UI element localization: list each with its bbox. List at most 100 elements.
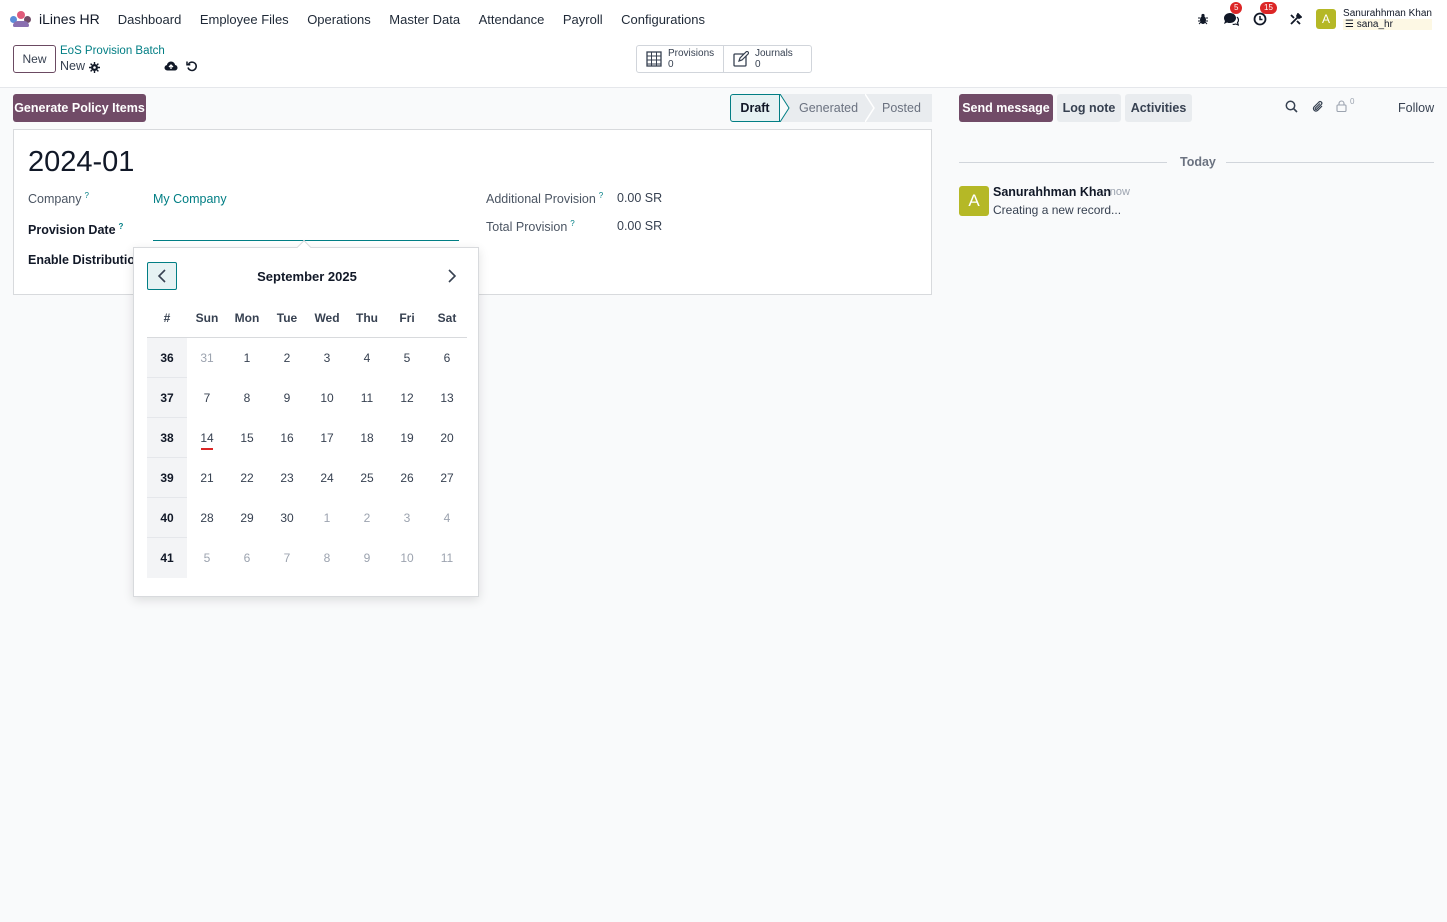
calendar-day[interactable]: 20 <box>427 418 467 458</box>
calendar-day[interactable]: 19 <box>387 418 427 458</box>
calendar-day[interactable]: 8 <box>227 378 267 418</box>
calendar-day[interactable]: 18 <box>347 418 387 458</box>
calendar-day[interactable]: 10 <box>307 378 347 418</box>
menu-master-data[interactable]: Master Data <box>389 12 460 27</box>
message-author[interactable]: Sanurahhman Khan <box>993 185 1111 199</box>
calendar-day[interactable]: 7 <box>267 538 307 578</box>
followers-lock-icon[interactable] <box>1336 100 1347 115</box>
calendar-day[interactable]: 8 <box>307 538 347 578</box>
calendar-day[interactable]: 30 <box>267 498 307 538</box>
week-number: 41 <box>147 538 187 578</box>
calendar-day[interactable]: 29 <box>227 498 267 538</box>
message-avatar[interactable]: A <box>959 186 989 216</box>
calendar-day[interactable]: 11 <box>347 378 387 418</box>
calendar-day[interactable]: 1 <box>307 498 347 538</box>
generate-policy-items-button[interactable]: Generate Policy Items <box>13 94 146 122</box>
breadcrumb-parent[interactable]: EoS Provision Batch <box>60 45 165 57</box>
save-cloud-icon[interactable] <box>164 60 178 75</box>
calendar-week-row: 40 28 29 30 1 2 3 4 <box>147 498 467 538</box>
menu-employee-files[interactable]: Employee Files <box>200 12 289 27</box>
date-separator: Today <box>1180 155 1216 169</box>
calendar-day[interactable]: 15 <box>227 418 267 458</box>
calendar-day[interactable]: 3 <box>387 498 427 538</box>
calendar-day[interactable]: 1 <box>227 338 267 378</box>
calendar-day[interactable]: 11 <box>427 538 467 578</box>
calendar-day[interactable]: 31 <box>187 338 227 378</box>
calendar-day[interactable]: 12 <box>387 378 427 418</box>
stage-posted-label: Posted <box>882 101 921 115</box>
app-brand[interactable]: iLines HR <box>10 11 118 27</box>
stage-posted[interactable]: Posted <box>865 94 932 122</box>
menu-operations[interactable]: Operations <box>307 12 371 27</box>
log-note-button[interactable]: Log note <box>1057 94 1121 122</box>
calendar-day[interactable]: 13 <box>427 378 467 418</box>
help-tooltip-icon[interactable]: ? <box>119 222 124 231</box>
user-avatar[interactable]: A <box>1316 9 1337 29</box>
journals-smart-button[interactable]: Journals 0 <box>724 46 811 72</box>
calendar-day[interactable]: 6 <box>227 538 267 578</box>
follow-button[interactable]: Follow <box>1398 101 1434 115</box>
calendar-day[interactable]: 5 <box>387 338 427 378</box>
calendar-week-row: 37 7 8 9 10 11 12 13 <box>147 378 467 418</box>
search-icon[interactable] <box>1285 100 1298 116</box>
calendar-day[interactable]: 14 <box>187 418 227 458</box>
calendar-day[interactable]: 7 <box>187 378 227 418</box>
company-value[interactable]: My Company <box>153 192 227 206</box>
menu-payroll[interactable]: Payroll <box>563 12 603 27</box>
provision-date-input[interactable] <box>153 224 459 241</box>
new-button[interactable]: New <box>13 45 56 73</box>
debug-bug-icon[interactable] <box>1197 13 1209 25</box>
menu-attendance[interactable]: Attendance <box>479 12 545 27</box>
calendar-day[interactable]: 24 <box>307 458 347 498</box>
week-number-header: # <box>163 310 171 325</box>
help-tooltip-icon[interactable]: ? <box>85 191 89 200</box>
stage-generated[interactable]: Generated <box>780 94 865 122</box>
calendar-day[interactable]: 27 <box>427 458 467 498</box>
menu-dashboard[interactable]: Dashboard <box>118 12 182 27</box>
week-number: 40 <box>147 498 187 538</box>
calendar-day[interactable]: 28 <box>187 498 227 538</box>
paperclip-icon[interactable] <box>1311 100 1324 116</box>
provisions-count: 0 <box>668 59 674 70</box>
calendar-day[interactable]: 6 <box>427 338 467 378</box>
activities-clock-icon[interactable]: 15 <box>1253 2 1277 26</box>
calendar-day[interactable]: 21 <box>187 458 227 498</box>
help-tooltip-icon[interactable]: ? <box>599 191 603 200</box>
provisions-smart-button[interactable]: Provisions 0 <box>637 46 724 72</box>
gear-icon[interactable] <box>89 61 100 76</box>
send-message-button[interactable]: Send message <box>959 94 1053 122</box>
calendar-day[interactable]: 5 <box>187 538 227 578</box>
calendar-day[interactable]: 9 <box>267 378 307 418</box>
calendar-day[interactable]: 9 <box>347 538 387 578</box>
user-menu[interactable]: Sanurahhman Khan ☰ sana_hr <box>1343 8 1432 30</box>
calendar-day[interactable]: 23 <box>267 458 307 498</box>
calendar-day[interactable]: 10 <box>387 538 427 578</box>
month-title[interactable]: September 2025 <box>134 269 480 284</box>
stage-generated-label: Generated <box>799 101 859 115</box>
calendar-day[interactable]: 4 <box>347 338 387 378</box>
calendar-week-row: 41 5 6 7 8 9 10 11 <box>147 538 467 578</box>
calendar-day[interactable]: 4 <box>427 498 467 538</box>
tools-icon[interactable] <box>1289 12 1303 26</box>
menu-configurations[interactable]: Configurations <box>621 12 705 27</box>
calendar-day[interactable]: 2 <box>267 338 307 378</box>
activities-badge: 15 <box>1260 2 1277 14</box>
help-tooltip-icon[interactable]: ? <box>570 219 574 228</box>
calendar-day[interactable]: 25 <box>347 458 387 498</box>
date-separator-line <box>1226 162 1434 163</box>
activities-button[interactable]: Activities <box>1125 94 1192 122</box>
discard-undo-icon[interactable] <box>186 60 198 75</box>
calendar-day[interactable]: 16 <box>267 418 307 458</box>
weekday-header: Fri <box>399 310 415 325</box>
calendar-day[interactable]: 26 <box>387 458 427 498</box>
calendar-day[interactable]: 17 <box>307 418 347 458</box>
messages-icon[interactable]: 5 <box>1223 2 1243 26</box>
stage-draft[interactable]: Draft <box>730 94 780 122</box>
total-provision-value: 0.00 SR <box>617 219 663 233</box>
next-month-button[interactable] <box>437 262 467 290</box>
record-title[interactable]: 2024-01 <box>28 146 134 179</box>
calendar-day[interactable]: 22 <box>227 458 267 498</box>
calendar-day[interactable]: 3 <box>307 338 347 378</box>
calendar-day[interactable]: 2 <box>347 498 387 538</box>
table-icon <box>646 51 662 67</box>
